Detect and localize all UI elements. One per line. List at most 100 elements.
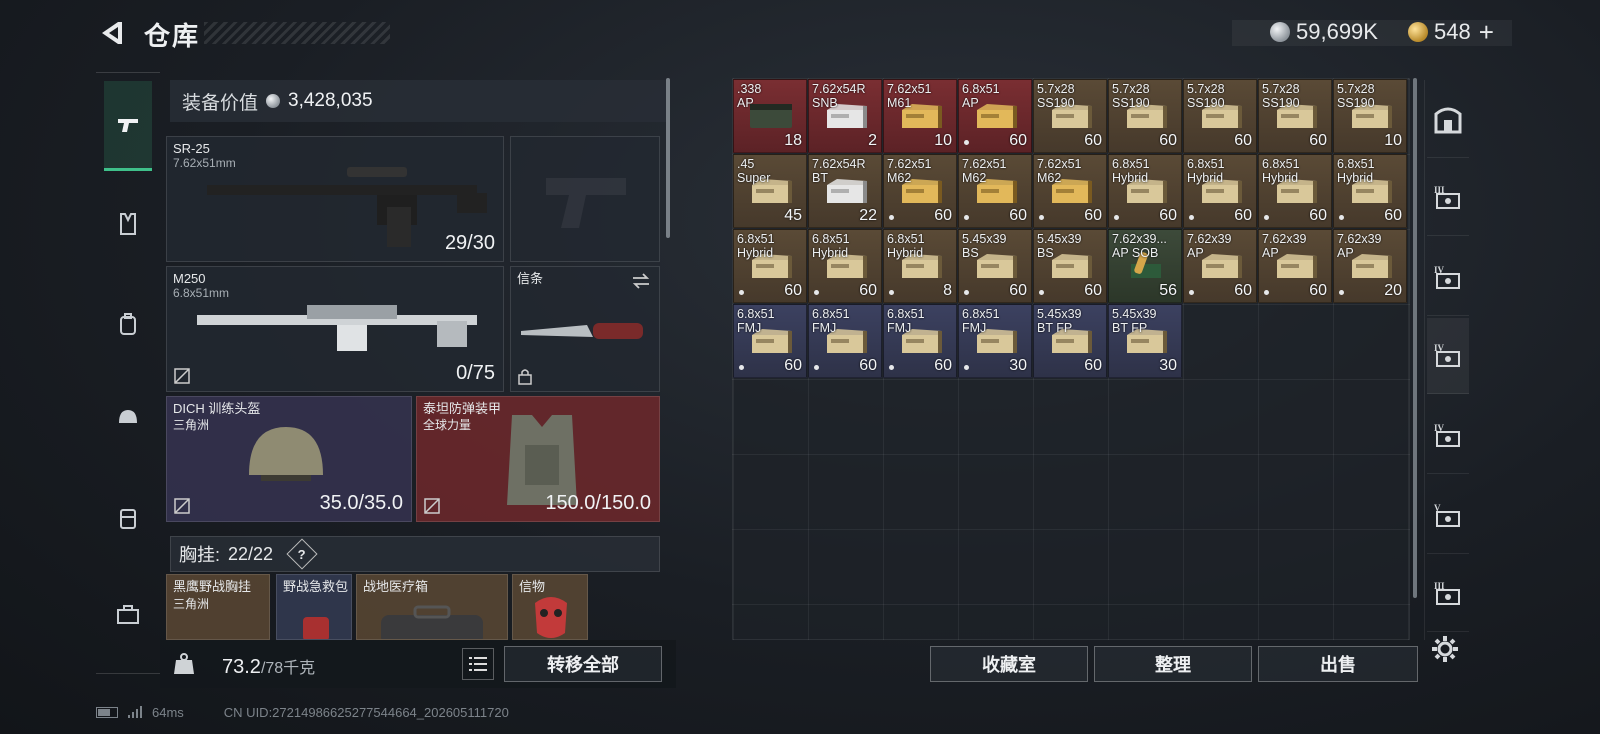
nav-helmet[interactable] bbox=[104, 373, 152, 463]
new-item-dot-icon bbox=[1264, 215, 1269, 220]
medical-box-icon bbox=[381, 605, 483, 639]
stash-item[interactable]: 6.8x51 FMJ 60 bbox=[733, 304, 807, 378]
stash-item[interactable]: 7.62x39 AP 20 bbox=[1333, 229, 1407, 303]
new-item-dot-icon bbox=[1264, 290, 1269, 295]
stash-item[interactable]: 7.62x39... AP SOB 56 bbox=[1108, 229, 1182, 303]
stash-item[interactable]: 6.8x51 Hybrid 8 bbox=[883, 229, 957, 303]
silver-coin-icon bbox=[1270, 22, 1290, 42]
stash-item[interactable]: 5.45x39 BT FP 60 bbox=[1033, 304, 1107, 378]
item-type: FMJ bbox=[887, 321, 912, 335]
stash-item[interactable]: 5.45x39 BS 60 bbox=[958, 229, 1032, 303]
case-icon bbox=[120, 509, 136, 529]
item-type: SS190 bbox=[1112, 96, 1150, 110]
chest-rig-capacity: 22/22 bbox=[228, 543, 274, 564]
stash-item[interactable]: 6.8x51 Hybrid 60 bbox=[1183, 154, 1257, 228]
stash-item[interactable]: 7.62x54R SNB 2 bbox=[808, 79, 882, 153]
user-uid: CN UID:27214986625277544664_202605111720 bbox=[223, 704, 509, 720]
new-item-dot-icon bbox=[1114, 215, 1119, 220]
nav-container[interactable] bbox=[104, 473, 152, 563]
stash-tab[interactable]: IV bbox=[1427, 318, 1469, 394]
stash-tab[interactable] bbox=[1427, 82, 1469, 158]
equipment-value-amount: 3,428,035 bbox=[288, 90, 373, 111]
battery-icon bbox=[96, 706, 118, 718]
stash-tab[interactable]: III bbox=[1427, 556, 1469, 632]
primary-weapon-slot[interactable]: SR-25 7.62x51mm 29/30 bbox=[166, 136, 504, 262]
help-icon[interactable]: ? bbox=[286, 538, 318, 570]
stash-item[interactable]: 7.62x54R BT 22 bbox=[808, 154, 882, 228]
melee-slot[interactable]: 信条 bbox=[510, 266, 660, 392]
item-type: AP bbox=[1337, 246, 1354, 260]
stash-item[interactable]: 5.45x39 BT FP 30 bbox=[1108, 304, 1182, 378]
stash-item[interactable]: 6.8x51 FMJ 30 bbox=[958, 304, 1032, 378]
rig-item-slot[interactable]: 黑鹰野战胸挂 三角洲 bbox=[166, 574, 270, 640]
stash-item[interactable]: 6.8x51 Hybrid 60 bbox=[733, 229, 807, 303]
item-quantity: 60 bbox=[1084, 132, 1102, 149]
stash-item[interactable]: 7.62x51 M62 60 bbox=[883, 154, 957, 228]
swap-icon[interactable] bbox=[631, 273, 651, 289]
stash-item[interactable]: 5.7x28 SS190 10 bbox=[1333, 79, 1407, 153]
weight-max: /78千克 bbox=[260, 660, 316, 677]
helmet-name: DICH 训练头盔 bbox=[173, 401, 261, 416]
back-icon[interactable] bbox=[96, 18, 126, 48]
item-type: FMJ bbox=[737, 321, 762, 335]
item-type: M61 bbox=[887, 96, 912, 110]
stash-item[interactable]: 5.7x28 SS190 60 bbox=[1033, 79, 1107, 153]
vest-icon bbox=[120, 213, 136, 235]
stash-item[interactable]: 6.8x51 Hybrid 60 bbox=[1108, 154, 1182, 228]
transfer-all-button[interactable]: 转移全部 bbox=[504, 646, 662, 682]
pistol-slot-empty[interactable] bbox=[510, 136, 660, 262]
helmet-durability: 35.0/35.0 bbox=[319, 492, 403, 514]
item-caliber: 6.8x51 bbox=[1337, 157, 1375, 171]
stash-item[interactable]: 7.62x39 AP 60 bbox=[1258, 229, 1332, 303]
armor-slot[interactable]: 泰坦防弹装甲 全球力量 150.0/150.0 bbox=[416, 396, 660, 522]
gear-icon[interactable] bbox=[1430, 634, 1460, 664]
nav-backpack[interactable] bbox=[104, 279, 152, 369]
item-type: SS190 bbox=[1262, 96, 1300, 110]
add-gold-button[interactable]: + bbox=[1479, 17, 1494, 48]
sell-button[interactable]: 出售 bbox=[1258, 646, 1418, 682]
stash-tab[interactable]: IV bbox=[1427, 240, 1469, 316]
medical-box-slot[interactable]: 战地医疗箱 bbox=[356, 574, 508, 640]
stash-item[interactable]: 7.62x51 M62 60 bbox=[958, 154, 1032, 228]
item-caliber: 7.62x54R bbox=[812, 82, 866, 96]
item-caliber: 6.8x51 bbox=[737, 232, 775, 246]
item-quantity: 60 bbox=[1309, 282, 1327, 299]
loadout-scrollbar[interactable] bbox=[666, 78, 670, 238]
stash-item[interactable]: 5.7x28 SS190 60 bbox=[1108, 79, 1182, 153]
stash-item[interactable]: 6.8x51 Hybrid 60 bbox=[808, 229, 882, 303]
organize-button[interactable]: 整理 bbox=[1094, 646, 1252, 682]
stash-item[interactable]: .45 Super 45 bbox=[733, 154, 807, 228]
first-aid-slot[interactable]: 野战急救包 bbox=[276, 574, 352, 640]
stash-item[interactable]: 5.7x28 SS190 60 bbox=[1258, 79, 1332, 153]
weight-current: 73.2 bbox=[222, 656, 261, 678]
stash-item[interactable]: 6.8x51 AP 60 bbox=[958, 79, 1032, 153]
stash-item[interactable]: 6.8x51 Hybrid 60 bbox=[1333, 154, 1407, 228]
stash-item[interactable]: 7.62x51 M62 60 bbox=[1033, 154, 1107, 228]
nav-chest-rig[interactable] bbox=[104, 179, 152, 269]
stash-item[interactable]: 6.8x51 FMJ 60 bbox=[808, 304, 882, 378]
list-view-button[interactable] bbox=[462, 648, 494, 680]
new-item-dot-icon bbox=[964, 365, 969, 370]
gold-currency[interactable]: 548 + bbox=[1408, 17, 1494, 48]
stash-item[interactable]: .338 AP 18 bbox=[733, 79, 807, 153]
nav-toolbox[interactable] bbox=[104, 569, 152, 659]
stash-item[interactable]: 5.7x28 SS190 60 bbox=[1183, 79, 1257, 153]
stash-tab[interactable]: V bbox=[1427, 478, 1469, 554]
item-caliber: 6.8x51 bbox=[887, 232, 925, 246]
helmet-slot[interactable]: DICH 训练头盔 三角洲 35.0/35.0 bbox=[166, 396, 412, 522]
collection-room-button[interactable]: 收藏室 bbox=[930, 646, 1088, 682]
stash-item[interactable]: 7.62x51 M61 10 bbox=[883, 79, 957, 153]
stash-tab[interactable]: III bbox=[1427, 160, 1469, 236]
stash-item[interactable]: 7.62x39 AP 60 bbox=[1183, 229, 1257, 303]
item-quantity: 60 bbox=[784, 282, 802, 299]
item-type: AP bbox=[1262, 246, 1279, 260]
stash-scrollbar[interactable] bbox=[1413, 78, 1417, 598]
secondary-weapon-slot[interactable]: M250 6.8x51mm 0/75 bbox=[166, 266, 504, 392]
stash-tab[interactable]: IV bbox=[1427, 398, 1469, 474]
helmet-brand: 三角洲 bbox=[173, 418, 210, 432]
stash-item[interactable]: 5.45x39 BS 60 bbox=[1033, 229, 1107, 303]
stash-item[interactable]: 6.8x51 FMJ 60 bbox=[883, 304, 957, 378]
nav-weapons[interactable] bbox=[104, 81, 152, 171]
keepsake-slot[interactable]: 信物 bbox=[512, 574, 588, 640]
stash-item[interactable]: 6.8x51 Hybrid 60 bbox=[1258, 154, 1332, 228]
